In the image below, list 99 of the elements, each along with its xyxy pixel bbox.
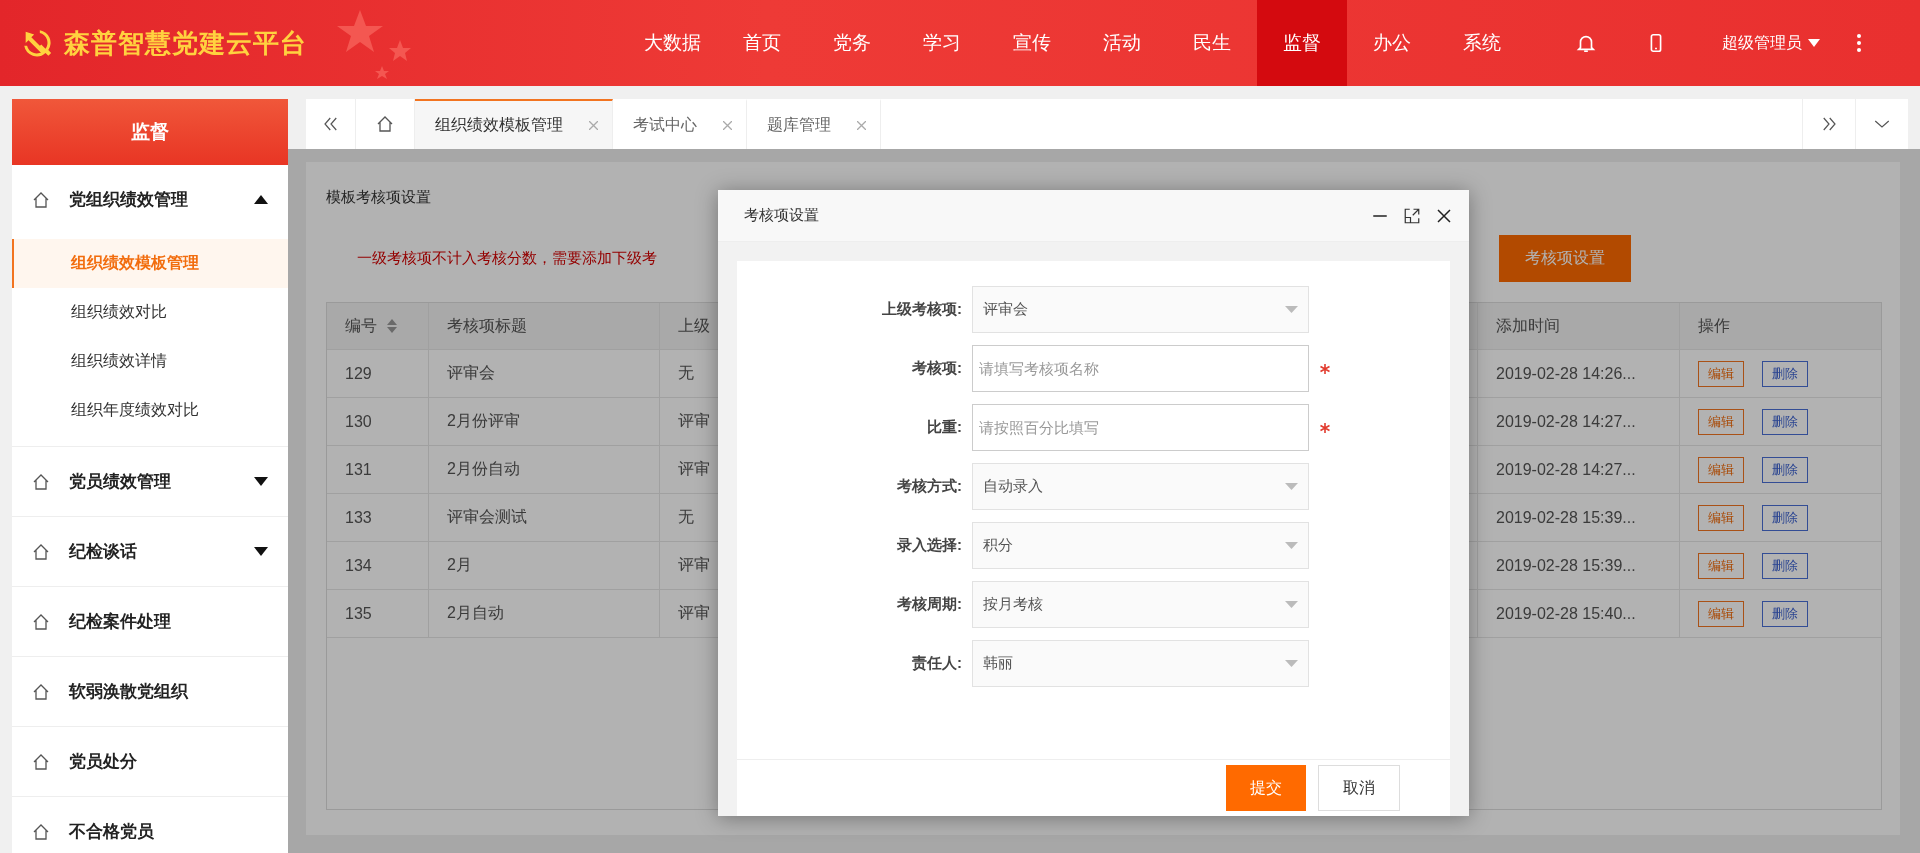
sidebar-group[interactable]: 纪检案件处理 [12,587,288,656]
column-header: 添加时间 [1478,303,1680,349]
nav-item[interactable]: 党务 [807,0,897,86]
sidebar-group[interactable]: 党员绩效管理 [12,447,288,516]
caret-icon [1285,601,1298,608]
delete-button[interactable]: 删除 [1762,360,1808,387]
table-cell: 2月份自动 [429,446,660,493]
panel-heading: 模板考核项设置 [326,187,432,207]
tab[interactable]: 题库管理 [747,99,881,149]
field-label: 比重: [926,418,963,437]
delete-button[interactable]: 删除 [1762,600,1808,627]
edit-button[interactable]: 编辑 [1698,600,1744,627]
maximize-icon[interactable] [1403,206,1421,225]
table-cell: 130 [327,398,429,445]
settings-button[interactable]: 考核项设置 [1499,235,1631,282]
table-cell: 2019-02-28 14:27... [1478,398,1680,445]
edit-button[interactable]: 编辑 [1698,360,1744,387]
submit-button[interactable]: 提交 [1226,765,1306,811]
input-field[interactable]: 请按照百分比填写 [972,404,1309,451]
sort-icon[interactable] [387,319,397,333]
select-field[interactable]: 自动录入 [972,463,1309,510]
field-label: 考核方式: [896,477,963,496]
nav-item[interactable]: 监督 [1257,0,1347,86]
field-label: 责任人: [911,654,963,673]
select-field[interactable]: 韩丽 [972,640,1309,687]
edit-button[interactable]: 编辑 [1698,552,1744,579]
field-label: 上级考核项: [881,300,963,319]
tab[interactable]: 考试中心 [613,99,747,149]
house-icon [32,822,50,841]
edit-button[interactable]: 编辑 [1698,456,1744,483]
tab[interactable]: 组织绩效模板管理 [415,99,613,149]
input-field[interactable]: 请填写考核项名称 [972,345,1309,392]
table-cell: 135 [327,590,429,637]
house-icon [32,190,50,209]
house-icon [32,542,50,561]
caret-icon [1285,542,1298,549]
delete-button[interactable]: 删除 [1762,408,1808,435]
sidebar-title: 监督 [12,99,288,165]
sidebar-item[interactable]: 组织绩效对比 [12,288,288,337]
delete-button[interactable]: 删除 [1762,504,1808,531]
field-label: 考核周期: [896,595,963,614]
delete-button[interactable]: 删除 [1762,456,1808,483]
nav-item[interactable]: 大数据 [627,0,717,86]
table-cell: 134 [327,542,429,589]
table-cell: 129 [327,350,429,397]
house-icon [32,752,50,771]
nav-item[interactable]: 首页 [717,0,807,86]
close-icon[interactable] [1435,206,1453,225]
column-header: 操作 [1697,315,1731,336]
table-cell: 2019-02-28 15:39... [1478,542,1680,589]
more-icon[interactable] [1856,33,1862,53]
select-field[interactable]: 评审会 [972,286,1309,333]
notice-text: 一级考核项不计入考核分数，需要添加下级考 [357,249,657,268]
cancel-button[interactable]: 取消 [1318,765,1400,811]
table-cell: 评审会测试 [429,494,660,541]
house-icon [32,682,50,701]
edit-button[interactable]: 编辑 [1698,504,1744,531]
table-cell: 2019-02-28 14:26... [1478,350,1680,397]
sidebar-group[interactable]: 党组织绩效管理 [12,165,288,234]
select-field[interactable]: 按月考核 [972,581,1309,628]
column-header: 考核项标题 [429,303,660,349]
house-icon [32,612,50,631]
caret-icon [1285,660,1298,667]
caret-icon [1285,306,1298,313]
dialog-title: 考核项设置 [744,206,819,225]
nav-item[interactable]: 学习 [897,0,987,86]
nav-item[interactable]: 系统 [1437,0,1527,86]
table-cell: 2019-02-28 15:40... [1478,590,1680,637]
sidebar-group[interactable]: 不合格党员 [12,797,288,853]
site-title: 森普智慧党建云平台 [64,26,307,60]
table-cell: 2月份评审 [429,398,660,445]
sidebar-group[interactable]: 纪检谈话 [12,517,288,586]
sidebar-item[interactable]: 组织年度绩效对比 [12,386,288,435]
house-icon [32,472,50,491]
nav-item[interactable]: 活动 [1077,0,1167,86]
select-field[interactable]: 积分 [972,522,1309,569]
edit-button[interactable]: 编辑 [1698,408,1744,435]
double-chevron-right-icon [1820,115,1838,133]
column-header: 编号 [327,303,429,349]
house-icon [376,115,394,133]
nav-item[interactable]: 民生 [1167,0,1257,86]
table-cell: 2019-02-28 15:39... [1478,494,1680,541]
table-cell: 2019-02-28 14:27... [1478,446,1680,493]
table-cell: 133 [327,494,429,541]
sidebar-item[interactable]: 组织绩效详情 [12,337,288,386]
table-cell: 评审会 [429,350,660,397]
table-cell: 2月 [429,542,660,589]
delete-button[interactable]: 删除 [1762,552,1808,579]
sidebar-item[interactable]: 组织绩效模板管理 [12,239,288,288]
table-cell: 2月自动 [429,590,660,637]
sidebar-group[interactable]: 软弱涣散党组织 [12,657,288,726]
table-cell: 131 [327,446,429,493]
nav-item[interactable]: 宣传 [987,0,1077,86]
caret-icon [1808,39,1820,47]
field-label: 考核项: [911,359,963,378]
user-menu[interactable]: 超级管理员 [1722,32,1820,54]
nav-item[interactable]: 办公 [1347,0,1437,86]
caret-icon [1285,483,1298,490]
sidebar-group[interactable]: 党员处分 [12,727,288,796]
